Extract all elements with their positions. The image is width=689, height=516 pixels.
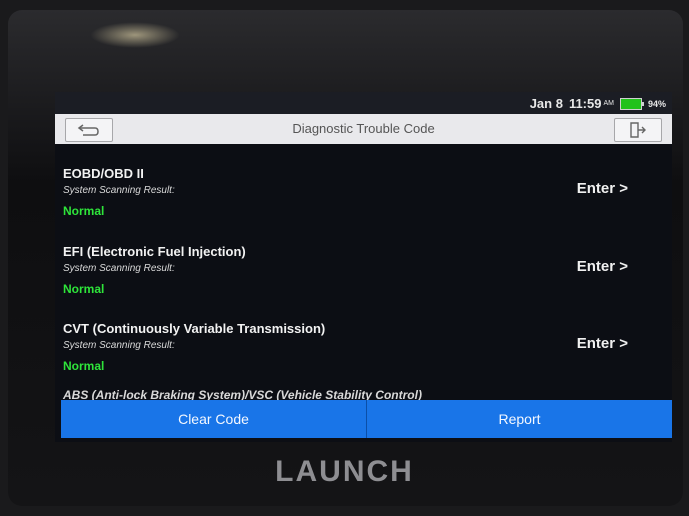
status-time: 11:59 [568,96,602,111]
device-screen: Jan 8 11:59 AM 94% Diagnostic Trouble Co… [55,92,672,442]
battery-percent: 94% [647,98,666,109]
page-title: Diagnostic Trouble Code [292,121,435,136]
system-name: CVT (Continuously Variable Transmission) [63,321,326,336]
light-glare [90,22,180,48]
status-date: Jan 8 [529,96,563,111]
brand-logo: LAUNCH [275,455,414,488]
exit-icon [630,122,646,138]
scan-result-status: Normal [63,359,105,373]
clear-code-button[interactable]: Clear Code [61,400,366,438]
scan-result-status: Normal [63,204,105,218]
status-right: Jan 8 11:59 AM 94% [530,96,666,111]
report-button[interactable]: Report [367,400,672,438]
enter-button[interactable]: Enter > [577,180,628,197]
enter-button[interactable]: Enter > [577,335,628,352]
scan-result-status: Normal [63,282,105,296]
battery-icon [619,97,644,110]
title-bar: Diagnostic Trouble Code [55,114,672,144]
list-item[interactable]: EOBD/OBD II System Scanning Result: Norm… [55,166,672,244]
action-bar: Clear Code Report [61,400,672,438]
enter-button[interactable]: Enter > [577,258,628,275]
list-item[interactable]: EFI (Electronic Fuel Injection) System S… [55,244,672,322]
status-ampm: AM [603,100,614,107]
system-name: EFI (Electronic Fuel Injection) [63,244,246,259]
system-list: EOBD/OBD II System Scanning Result: Norm… [55,144,672,404]
system-name: EOBD/OBD II [63,166,144,181]
exit-button[interactable] [614,118,662,142]
scan-result-label: System Scanning Result: [63,185,175,196]
scan-result-label: System Scanning Result: [63,263,175,274]
status-bar: Jan 8 11:59 AM 94% [55,92,672,114]
scan-result-label: System Scanning Result: [63,340,175,351]
